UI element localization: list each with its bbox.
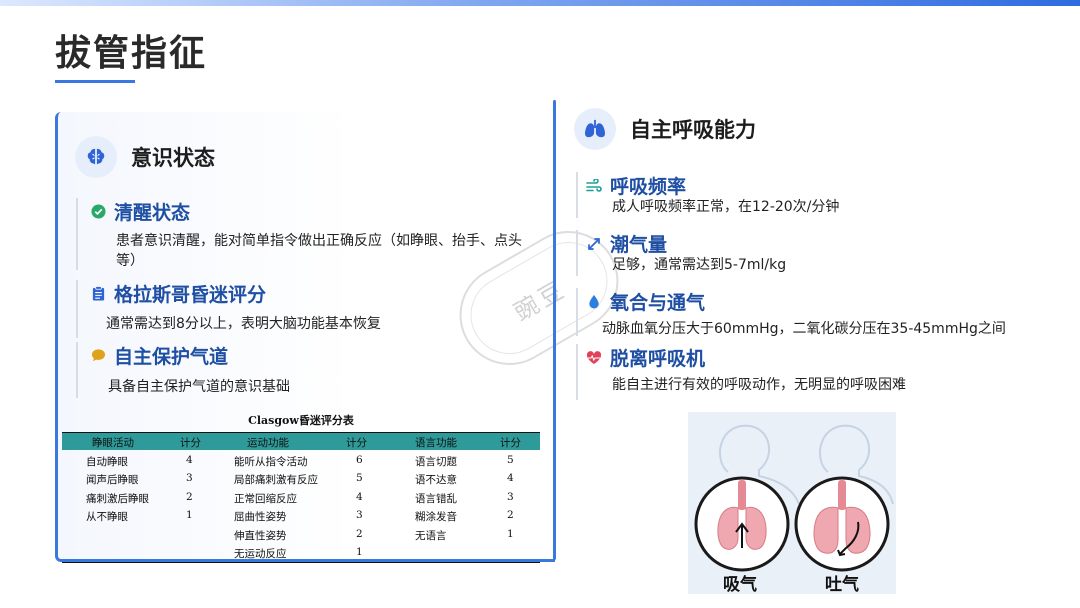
brain-icon [75, 136, 117, 178]
item-title-text: 呼吸频率 [610, 176, 687, 198]
lungs-icon [574, 108, 616, 150]
item-title: 自主保护气道 [90, 342, 228, 369]
item-title-text: 自主保护气道 [114, 346, 229, 368]
gcs-eye-score: 1 [186, 509, 193, 522]
gcs-motor-label: 伸直性姿势 [234, 529, 287, 542]
item-divider [76, 342, 78, 398]
item-title: 清醒状态 [90, 198, 190, 225]
page-title: 拔管指征 [55, 33, 208, 74]
item-description: 能自主进行有效的呼吸动作，无明显的呼吸困难 [612, 377, 906, 393]
gcs-eye-label: 自动睁眼 [86, 456, 128, 468]
item-title: 呼吸频率 [586, 172, 686, 199]
breathing-panel-border [553, 100, 556, 560]
exhale-label: 吐气 [825, 575, 859, 595]
item-title-text: 潮气量 [610, 234, 668, 256]
gcs-header-cell: 睁眼活动 [92, 437, 134, 449]
item-title-text: 格拉斯哥昏迷评分 [114, 284, 267, 306]
gcs-motor-score: 4 [356, 490, 363, 503]
item-divider [576, 230, 578, 276]
gcs-table-bottom-rule [62, 562, 540, 563]
item-description: 动脉血氧分压大于60mmHg，二氧化碳分压在35-45mmHg之间 [602, 321, 1006, 337]
droplet-icon [586, 294, 602, 310]
breathing-title: 自主呼吸能力 [630, 118, 756, 142]
consciousness-item-airway: 自主保护气道 具备自主保护气道的意识基础 [76, 342, 536, 398]
item-title-text: 氧合与通气 [610, 292, 706, 314]
gcs-verbal-label: 语言切题 [415, 456, 457, 468]
item-divider [76, 198, 78, 270]
gcs-verbal-label: 糊涂发音 [415, 511, 457, 524]
gcs-header-cell: 运动功能 [247, 437, 289, 449]
item-title: 潮气量 [586, 230, 667, 257]
wind-icon [586, 178, 602, 194]
item-divider [76, 280, 78, 338]
gcs-eye-label: 闻声后睁眼 [86, 474, 139, 487]
gcs-table-caption: Clasgow昏迷评分表 [248, 414, 354, 427]
gcs-motor-score: 1 [356, 546, 363, 558]
item-title: 格拉斯哥昏迷评分 [90, 280, 266, 307]
breathing-header: 自主呼吸能力 [574, 108, 756, 150]
heartbeat-icon [586, 350, 602, 366]
consciousness-item-awake: 清醒状态 患者意识清醒，能对简单指令做出正确反应（如睁眼、抬手、点头等） [76, 198, 536, 270]
gcs-motor-score: 5 [356, 472, 363, 485]
item-divider [576, 172, 578, 218]
gcs-motor-label: 能听从指令活动 [234, 456, 308, 468]
clipboard-icon [90, 286, 106, 302]
gcs-verbal-label: 语不达意 [415, 474, 457, 487]
gcs-motor-score: 6 [356, 454, 363, 466]
item-divider [576, 288, 578, 336]
gcs-header-cell: 计分 [346, 437, 367, 449]
gcs-motor-score: 3 [356, 509, 363, 522]
gcs-eye-score: 4 [186, 454, 193, 466]
gcs-eye-label: 从不睁眼 [86, 511, 128, 524]
expand-arrows-icon [586, 236, 602, 252]
check-circle-icon [90, 204, 106, 220]
gcs-motor-score: 2 [356, 527, 363, 540]
item-title-text: 脱离呼吸机 [610, 348, 706, 370]
gcs-motor-label: 无运动反应 [234, 548, 287, 560]
gcs-verbal-score: 4 [507, 472, 514, 485]
gcs-verbal-score: 3 [507, 490, 514, 503]
gcs-verbal-score: 1 [507, 527, 514, 540]
gcs-header-cell: 计分 [500, 437, 521, 449]
item-description: 患者意识清醒，能对简单指令做出正确反应（如睁眼、抬手、点头等） [116, 233, 522, 269]
item-title: 氧合与通气 [586, 288, 705, 315]
gcs-header-cell: 计分 [180, 437, 201, 449]
gcs-verbal-score: 2 [507, 509, 514, 522]
title-underline [55, 80, 135, 83]
breathing-item-weaning: 脱离呼吸机 能自主进行有效的呼吸动作，无明显的呼吸困难 [576, 344, 1056, 400]
breathing-diagram-graphic [694, 424, 894, 572]
breathing-item-rate: 呼吸频率 成人呼吸频率正常，在12-20次/分钟 [576, 172, 1056, 218]
gcs-table-header: 睁眼活动 计分 运动功能 计分 语言功能 计分 [62, 432, 540, 450]
top-accent-bar [0, 0, 1080, 6]
breathing-illustration: 吸气 吐气 [688, 412, 896, 595]
item-divider [576, 344, 578, 400]
item-description: 足够，通常需达到5-7ml/kg [612, 257, 787, 273]
gcs-verbal-label: 无语言 [415, 529, 447, 542]
gcs-verbal-label: 语言错乱 [415, 492, 457, 505]
inhale-label: 吸气 [723, 575, 757, 595]
breathing-item-tidal: 潮气量 足够，通常需达到5-7ml/kg [576, 230, 1056, 276]
item-title-text: 清醒状态 [114, 202, 191, 224]
speech-bubble-icon [90, 348, 106, 364]
consciousness-header: 意识状态 [75, 136, 215, 178]
item-title: 脱离呼吸机 [586, 344, 705, 371]
gcs-eye-score: 3 [186, 472, 193, 485]
gcs-header-cell: 语言功能 [415, 437, 457, 449]
gcs-verbal-score: 5 [507, 454, 514, 466]
gcs-motor-label: 局部痛刺激有反应 [234, 474, 318, 487]
item-description: 成人呼吸频率正常，在12-20次/分钟 [612, 199, 840, 215]
consciousness-title: 意识状态 [131, 146, 215, 170]
item-description: 具备自主保护气道的意识基础 [108, 379, 290, 395]
gcs-motor-label: 屈曲性姿势 [234, 511, 287, 524]
gcs-table: Clasgow昏迷评分表 睁眼活动 计分 运动功能 计分 语言功能 计分 自动睁… [62, 412, 540, 564]
breathing-item-oxygenation: 氧合与通气 动脉血氧分压大于60mmHg，二氧化碳分压在35-45mmHg之间 [576, 288, 1066, 337]
gcs-motor-label: 正常回缩反应 [234, 492, 297, 505]
gcs-eye-label: 痛刺激后睁眼 [86, 492, 149, 505]
gcs-eye-score: 2 [186, 490, 193, 503]
